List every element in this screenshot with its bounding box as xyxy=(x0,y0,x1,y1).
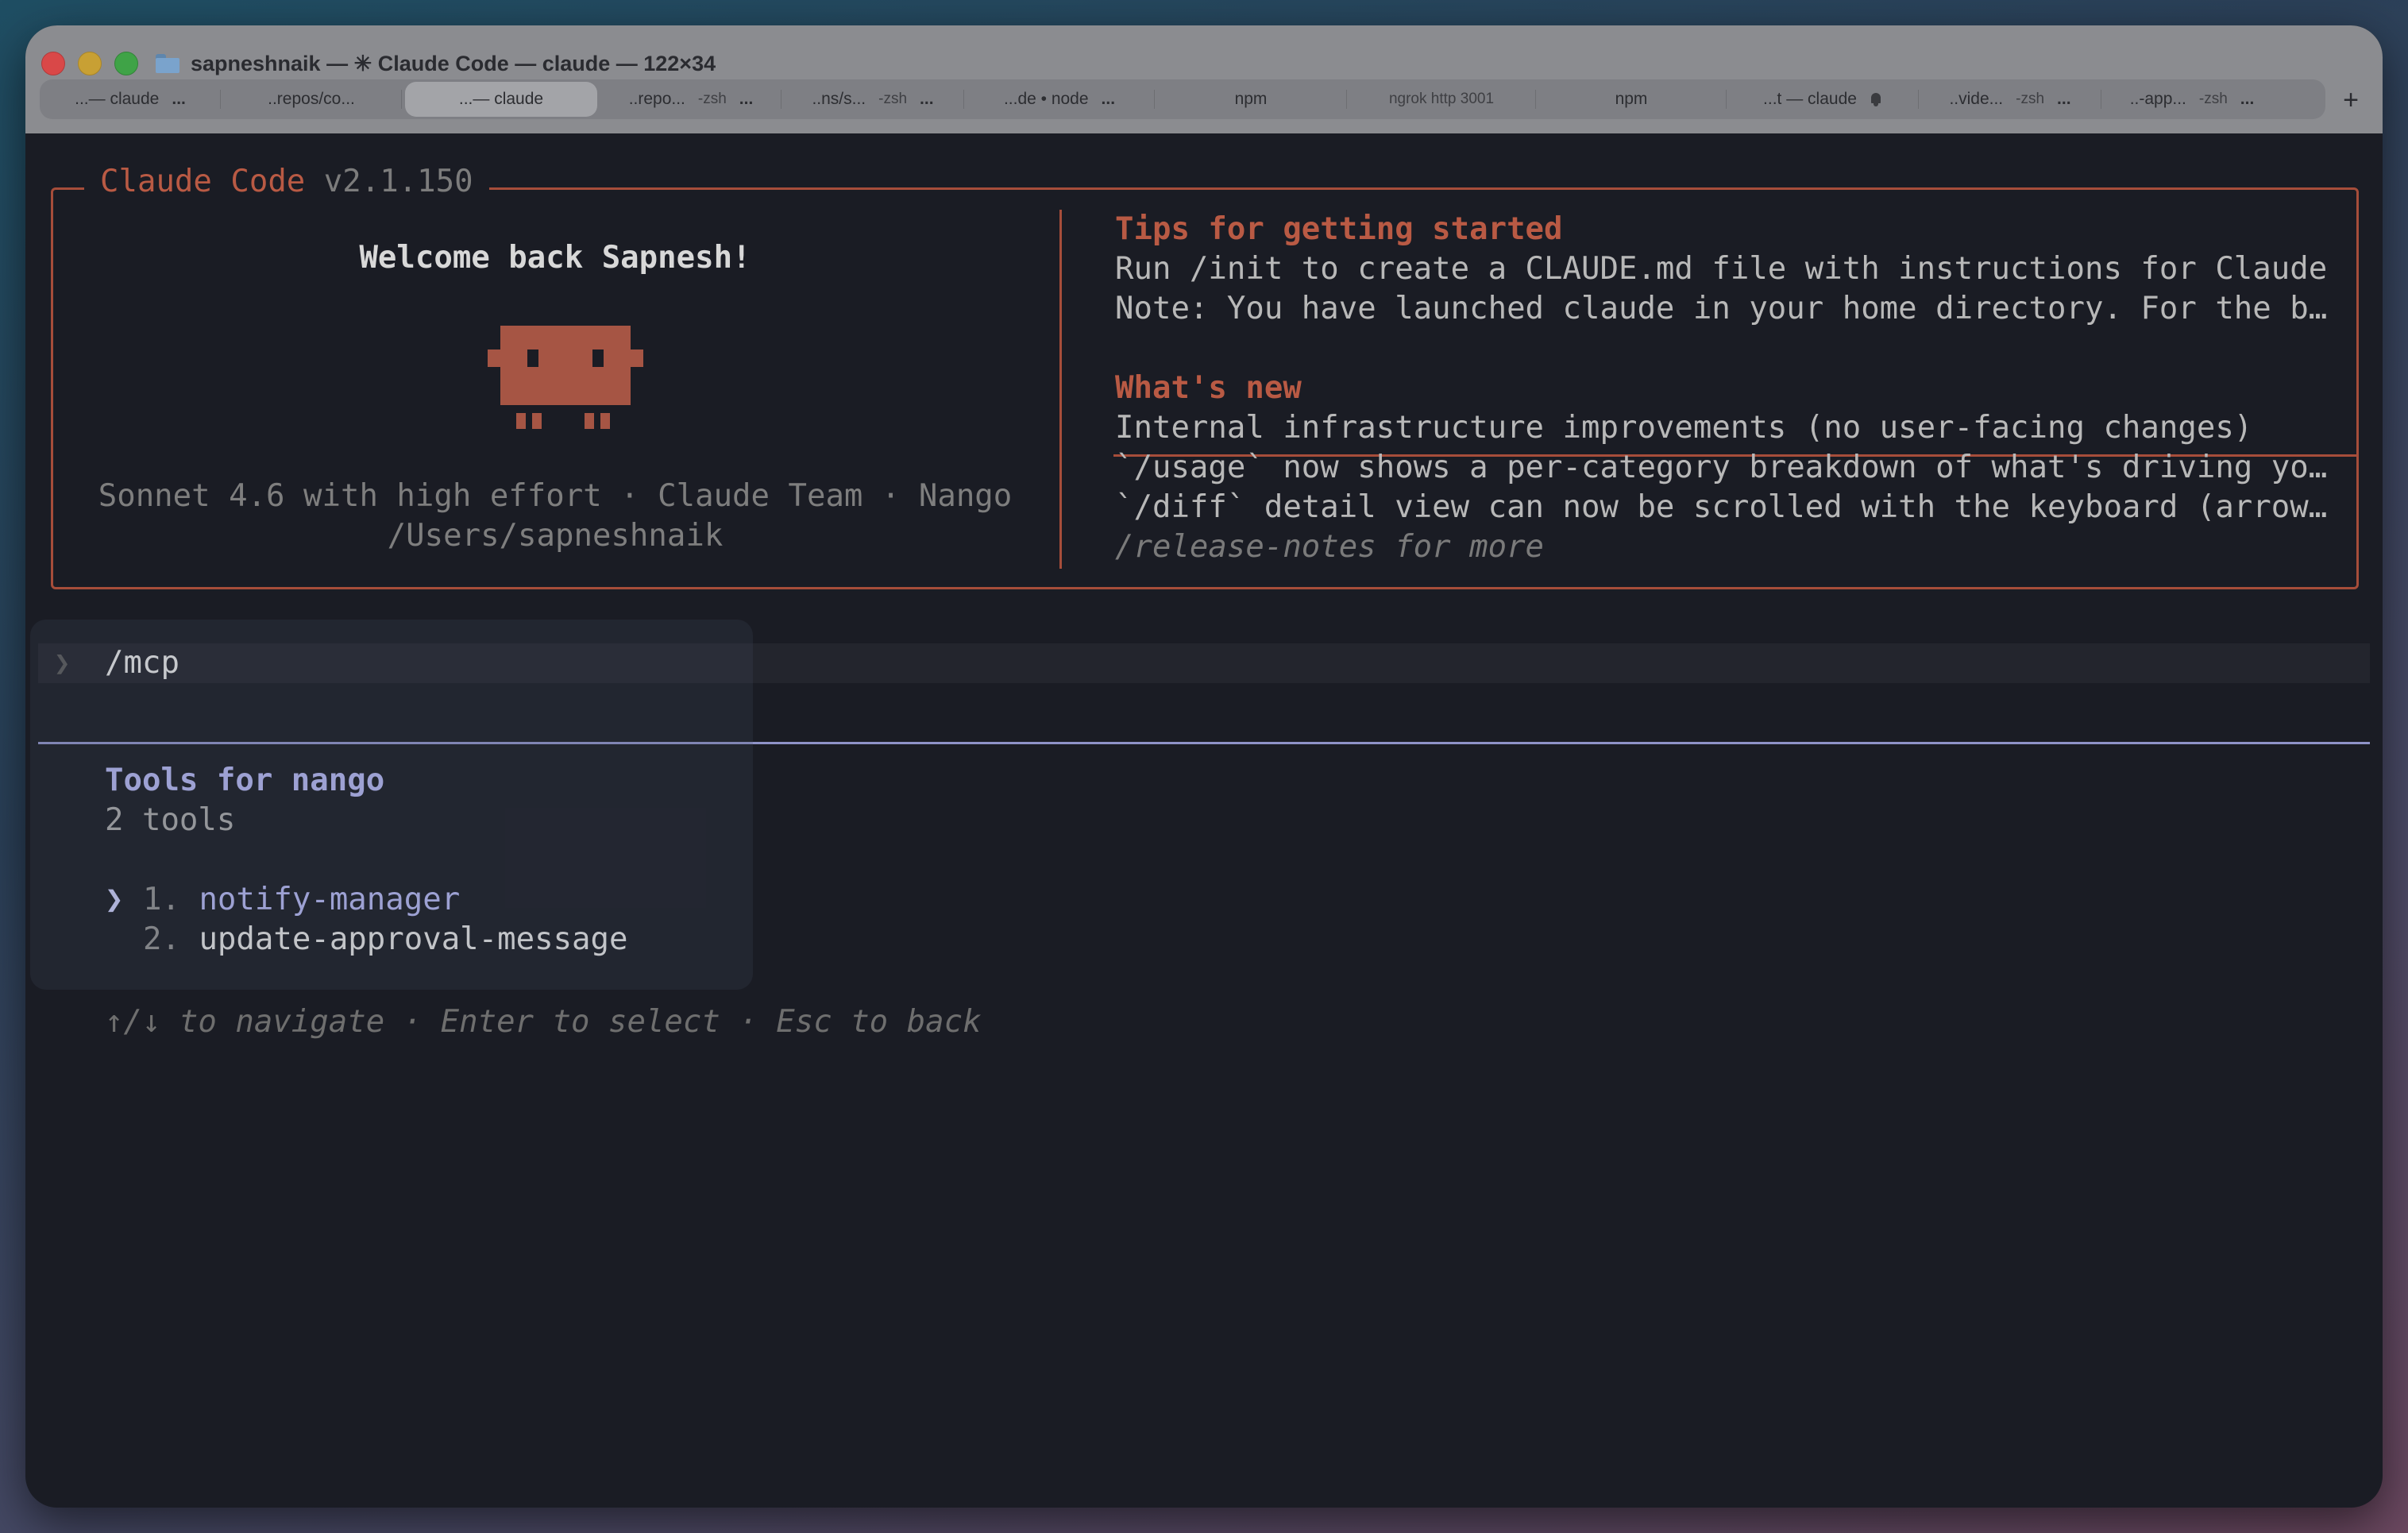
tab-overflow-dots: ... xyxy=(2240,90,2255,108)
tool-name: notify-manager xyxy=(199,882,461,917)
tool-item-notify-manager[interactable]: 1. notify-manager xyxy=(143,880,460,920)
tab-label: ngrok http 3001 xyxy=(1388,91,1495,107)
tips-line: Note: You have launched claude in your h… xyxy=(1115,291,2328,326)
prompt-command: /mcp xyxy=(105,645,179,681)
tab-label: ..-app... xyxy=(2129,90,2186,108)
tab-label: ..repo... xyxy=(628,90,685,108)
tab-overflow-dots: ... xyxy=(739,90,754,108)
tab-overflow-dots: ... xyxy=(920,90,934,108)
tab-overflow-dots: ... xyxy=(1101,90,1116,108)
prompt-chevron-icon: ❯ xyxy=(54,647,71,679)
tab-label: ..vide... xyxy=(1949,90,2004,108)
tab-label: npm xyxy=(1234,90,1268,108)
tab-9[interactable]: npm xyxy=(1536,82,1727,117)
whats-new-line: `/diff` detail view can now be scrolled … xyxy=(1115,489,2328,525)
tool-number: 2. xyxy=(143,921,180,957)
panel-vertical-divider xyxy=(1059,210,1062,569)
tab-label: ...— claude xyxy=(75,90,160,108)
tab-process: -zsh xyxy=(2198,91,2228,107)
window-title: sapneshnaik — ✳ Claude Code — claude — 1… xyxy=(156,48,716,79)
terminal-window: sapneshnaik — ✳ Claude Code — claude — 1… xyxy=(25,25,2383,1508)
tab-overflow-dots: ... xyxy=(2057,90,2071,108)
tab-overflow-dots: ... xyxy=(172,90,186,108)
tab-label: ...t — claude xyxy=(1763,90,1857,108)
whats-new-line: `/usage` now shows a per-category breakd… xyxy=(1115,450,2328,485)
prompt-row[interactable] xyxy=(38,643,2370,683)
tips-heading: Tips for getting started xyxy=(1115,211,1563,247)
keyboard-help: ↑/↓ to navigate · Enter to select · Esc … xyxy=(105,1004,982,1040)
selection-chevron-icon: ❯ xyxy=(105,882,124,917)
mcp-panel-divider xyxy=(38,742,2370,744)
tab-8[interactable]: ngrok http 3001 xyxy=(1347,82,1536,117)
claude-mascot-icon xyxy=(488,326,643,432)
whats-new-heading: What's new xyxy=(1115,370,1302,406)
tab-12[interactable]: ..-app... -zsh ... xyxy=(2101,82,2283,117)
tab-5[interactable]: ..ns/s... -zsh ... xyxy=(781,82,964,117)
folder-icon xyxy=(156,54,179,73)
tab-1[interactable]: ...— claude ... xyxy=(40,82,221,117)
close-button[interactable] xyxy=(41,52,65,75)
tips-line: Run /init to create a CLAUDE.md file wit… xyxy=(1115,251,2328,287)
tab-process: -zsh xyxy=(697,91,727,107)
welcome-greeting: Welcome back Sapnesh! xyxy=(359,240,751,276)
tab-11[interactable]: ..vide... -zsh ... xyxy=(1919,82,2101,117)
working-directory: /Users/sapneshnaik xyxy=(387,518,724,554)
tab-label: ..repos/co... xyxy=(268,90,355,108)
tab-7[interactable]: npm xyxy=(1155,82,1347,117)
tab-3-active[interactable]: ...— claude xyxy=(405,82,597,117)
tool-number: 1. xyxy=(143,882,180,917)
title-bar[interactable]: sapneshnaik — ✳ Claude Code — claude — 1… xyxy=(25,25,2383,133)
release-notes-hint: /release-notes for more xyxy=(1115,529,1545,565)
bell-icon xyxy=(1870,92,1882,106)
model-info: Sonnet 4.6 with high effort · Claude Tea… xyxy=(98,478,1013,514)
tab-4[interactable]: ..repo... -zsh ... xyxy=(600,82,781,117)
tool-item-update-approval-message[interactable]: 2. update-approval-message xyxy=(143,920,628,960)
tab-process: -zsh xyxy=(2016,91,2045,107)
window-title-text: sapneshnaik — ✳ Claude Code — claude — 1… xyxy=(191,51,716,75)
mcp-tools-count: 2 tools xyxy=(105,802,236,838)
app-version: v2.1.150 xyxy=(323,164,473,199)
tab-label: ...— claude xyxy=(458,90,544,108)
zoom-button[interactable] xyxy=(114,52,138,75)
welcome-panel-title: Claude Code v2.1.150 xyxy=(84,162,489,202)
tab-label: ...de • node xyxy=(1003,90,1089,108)
app-name: Claude Code xyxy=(100,164,306,199)
minimize-button[interactable] xyxy=(78,52,102,75)
terminal-content[interactable]: Claude Code v2.1.150 Welcome back Sapnes… xyxy=(25,133,2383,1508)
tab-bar: ...— claude ... ..repos/co... ...— claud… xyxy=(40,79,2325,119)
tab-6[interactable]: ...de • node ... xyxy=(964,82,1155,117)
new-tab-button[interactable]: + xyxy=(2337,85,2365,115)
tab-label: npm xyxy=(1615,90,1648,108)
tab-process: -zsh xyxy=(878,91,908,107)
tab-2[interactable]: ..repos/co... xyxy=(221,82,402,117)
mcp-tools-title: Tools for nango xyxy=(105,763,385,798)
whats-new-line: Internal infrastructure improvements (no… xyxy=(1115,410,2253,446)
tab-10[interactable]: ...t — claude xyxy=(1727,82,1919,117)
tool-name: update-approval-message xyxy=(199,921,628,957)
tab-label: ..ns/s... xyxy=(812,90,866,108)
